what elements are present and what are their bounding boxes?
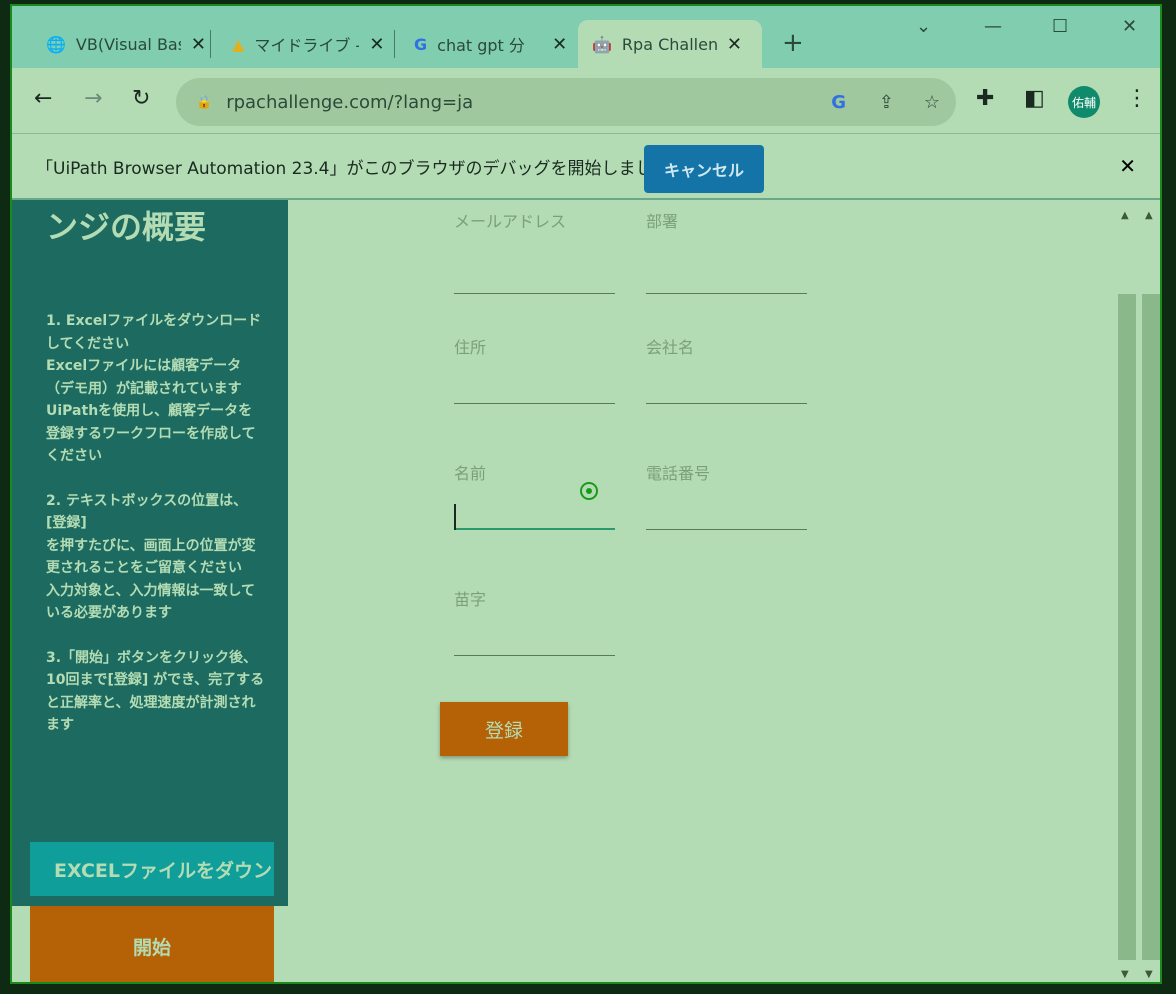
- step-2: 2. テキストボックスの位置は、[登録] を押すたびに、画面上の位置が変更されるこ…: [46, 492, 256, 622]
- instructions-sidebar: ンジの概要 1. Excelファイルをダウンロードしてください Excelファイル…: [12, 200, 288, 906]
- last-name-field[interactable]: 苗字: [454, 586, 615, 656]
- close-window-button[interactable]: ✕: [1122, 16, 1137, 37]
- debug-infobar: 「UiPath Browser Automation 23.4」がこのブラウザの…: [12, 134, 1160, 200]
- back-button[interactable]: ←: [34, 86, 52, 111]
- download-excel-button[interactable]: EXCELファイルをダウンロード: [30, 842, 274, 896]
- close-icon[interactable]: ✕: [191, 34, 206, 55]
- profile-avatar[interactable]: 佑輔: [1068, 86, 1100, 118]
- close-icon[interactable]: ✕: [552, 34, 567, 55]
- sidebar-heading: ンジの概要: [46, 208, 207, 246]
- target-crosshair-icon: [580, 482, 598, 500]
- email-field[interactable]: メールアドレス: [454, 212, 615, 294]
- lock-icon: 🔒: [196, 94, 213, 110]
- tab-chatgpt[interactable]: Gchat gpt 分 ✕: [400, 20, 581, 68]
- start-button[interactable]: 開始: [30, 906, 274, 982]
- tab-search-icon[interactable]: ⌄: [916, 16, 931, 37]
- forward-button[interactable]: →: [84, 86, 102, 111]
- address-field[interactable]: 住所: [454, 334, 615, 404]
- close-icon[interactable]: ✕: [727, 34, 742, 55]
- menu-icon[interactable]: ⋮: [1126, 86, 1148, 111]
- globe-icon: 🌐: [46, 34, 66, 54]
- drive-icon: ▲: [232, 34, 245, 54]
- department-field[interactable]: 部署: [646, 212, 807, 294]
- minimize-button[interactable]: —: [984, 16, 1002, 37]
- step-1: 1. Excelファイルをダウンロードしてください Excelファイルには顧客デー…: [46, 313, 262, 464]
- browser-window: 🌐VB(Visual Basic✕ ▲マイドライブ - Google✕ Gcha…: [10, 4, 1162, 984]
- side-panel-icon[interactable]: ◧: [1024, 86, 1045, 111]
- reload-button[interactable]: ↻: [132, 86, 150, 111]
- extensions-icon[interactable]: ✚: [976, 86, 994, 111]
- maximize-button[interactable]: ☐: [1052, 16, 1068, 37]
- toolbar: ← → ↻ 🔒 rpachallenge.com/?lang=ja G ⇪ ☆ ✚…: [12, 68, 1160, 134]
- tab-rpa-challenge[interactable]: 🤖Rpa Challenge✕: [578, 20, 762, 68]
- outer-scrollbar[interactable]: ▲ ▼: [1140, 204, 1160, 982]
- tab-strip: 🌐VB(Visual Basic✕ ▲マイドライブ - Google✕ Gcha…: [12, 6, 1160, 68]
- robot-icon: 🤖: [592, 34, 612, 54]
- address-bar[interactable]: 🔒 rpachallenge.com/?lang=ja G ⇪ ☆: [176, 78, 956, 126]
- bookmark-star-icon[interactable]: ☆: [924, 92, 940, 113]
- google-lens-icon[interactable]: G: [831, 92, 846, 113]
- tab-vb[interactable]: 🌐VB(Visual Basic✕: [32, 20, 220, 68]
- page-scrollbar[interactable]: ▲ ▼: [1116, 204, 1138, 982]
- submit-button[interactable]: 登録: [440, 702, 568, 756]
- close-infobar-icon[interactable]: ✕: [1119, 154, 1136, 178]
- close-icon[interactable]: ✕: [369, 34, 384, 55]
- step-3: 3.「開始」ボタンをクリック後、10回まで[登録] ができ、完了すると正解率と、…: [46, 649, 265, 734]
- text-caret: [454, 504, 456, 530]
- company-field[interactable]: 会社名: [646, 334, 807, 404]
- share-icon[interactable]: ⇪: [879, 92, 894, 113]
- new-tab-button[interactable]: +: [782, 28, 804, 58]
- tab-drive[interactable]: ▲マイドライブ - Google✕: [218, 20, 398, 68]
- phone-field[interactable]: 電話番号: [646, 460, 807, 530]
- google-icon: G: [414, 34, 428, 54]
- cancel-button[interactable]: キャンセル: [644, 145, 764, 193]
